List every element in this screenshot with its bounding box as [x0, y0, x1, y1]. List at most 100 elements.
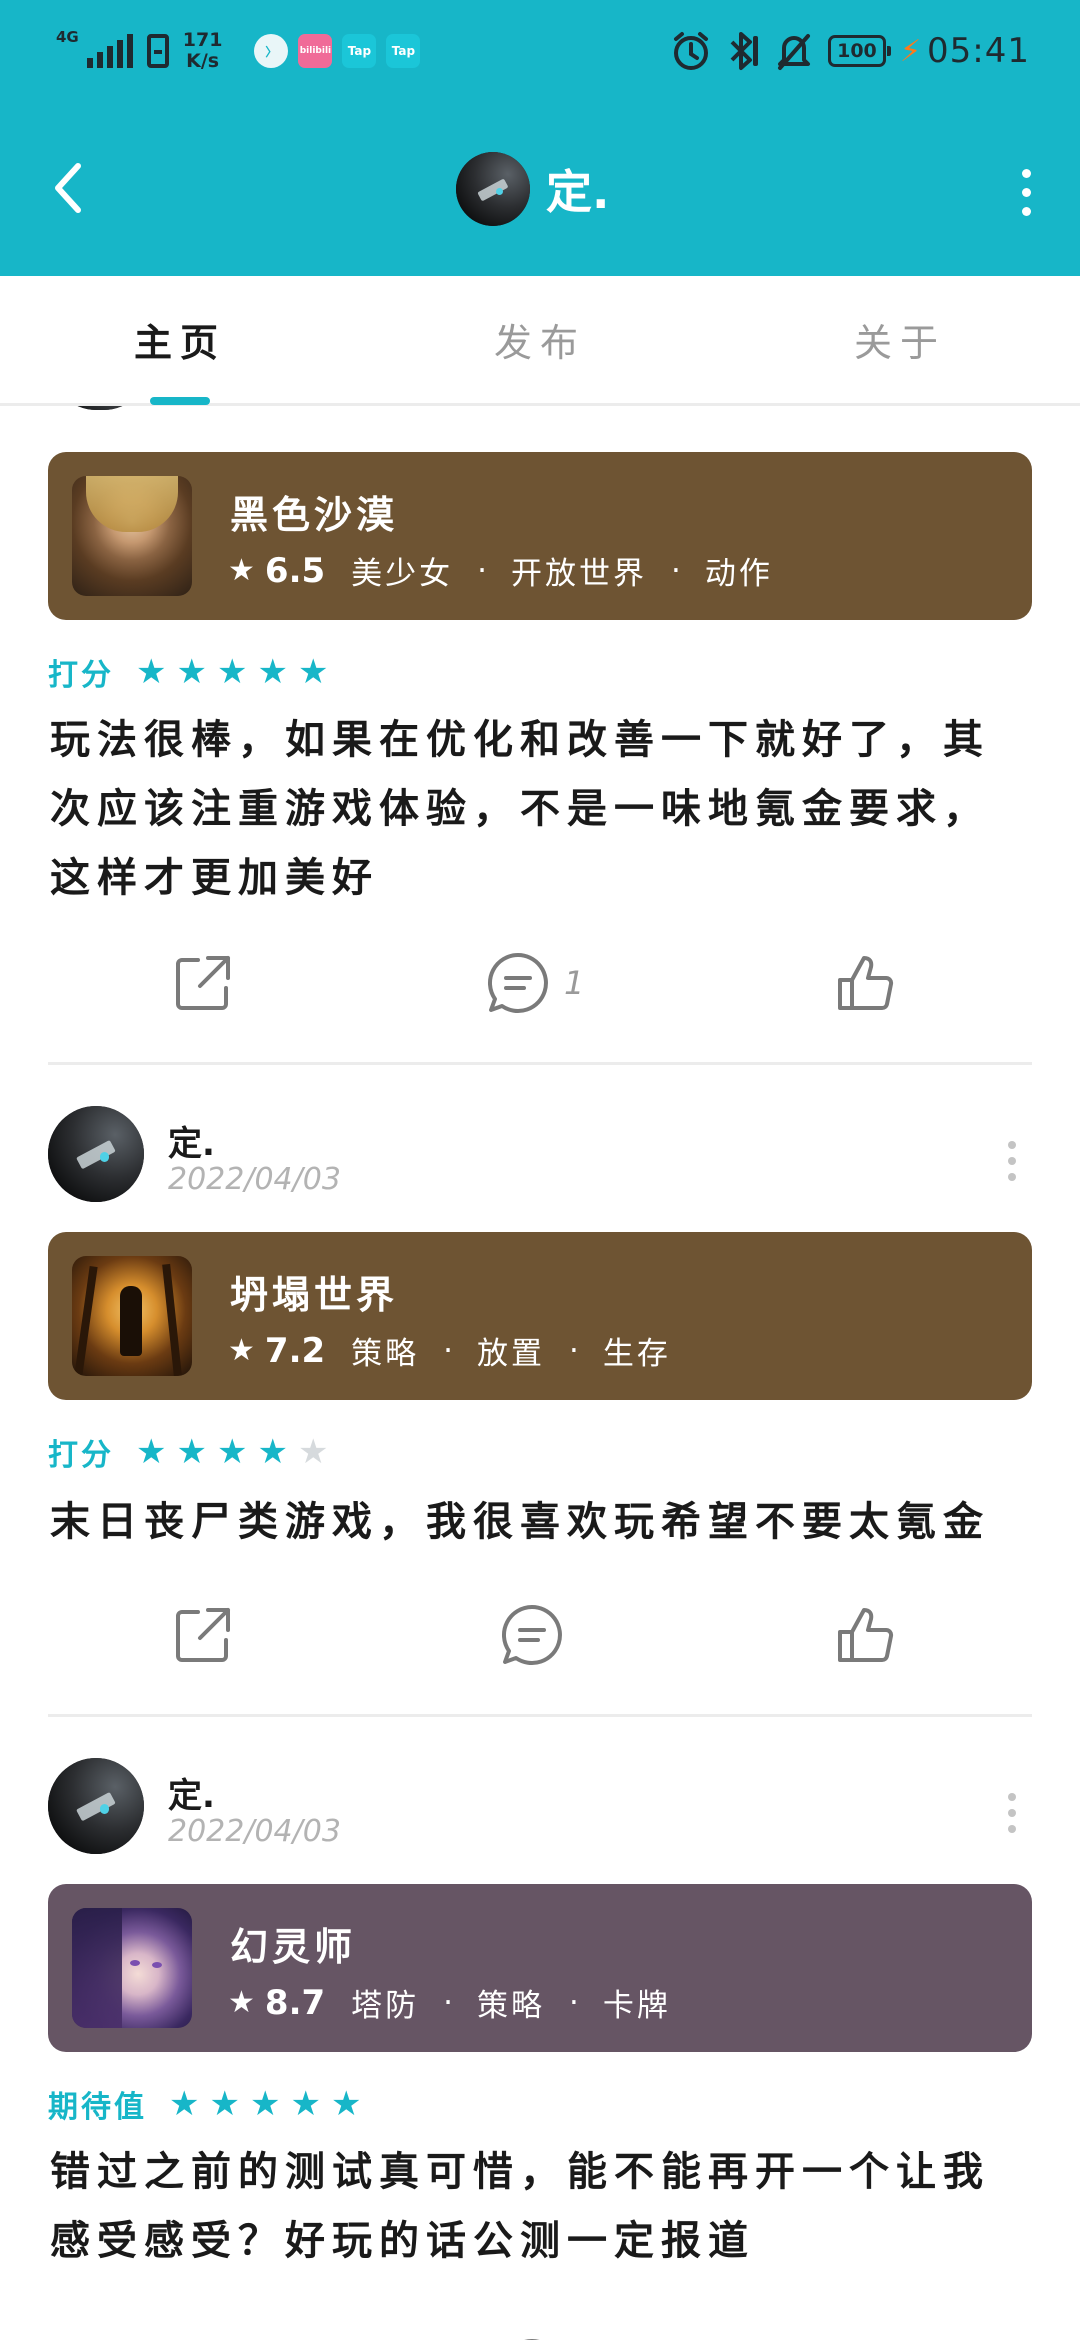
game-card[interactable]: 坍塌世界 ★ 7.2 策略 · 放置 · 生存 — [48, 1232, 1032, 1400]
game-meta: ★ 8.7 塔防 · 策略 · 卡牌 — [228, 1980, 671, 2025]
rating-row: 打分 ★ ★ ★ ★ ★ — [48, 1430, 328, 1474]
star-icon: ★ — [257, 652, 288, 692]
comment-button[interactable] — [500, 1590, 578, 1680]
game-tag: 美少女 — [351, 556, 454, 592]
comment-count: 1 — [564, 964, 585, 1002]
game-cover-image — [72, 476, 192, 596]
game-meta: ★ 6.5 美少女 · 开放世界 · 动作 — [228, 548, 773, 593]
review-text[interactable]: 错过之前的测试真可惜，能不能再开一个让我感受感受？好玩的话公测一定报道 — [50, 2138, 1030, 2276]
sim-card-icon — [146, 34, 169, 68]
mute-bell-icon — [777, 34, 810, 70]
bluetooth-icon — [730, 32, 758, 70]
game-card[interactable]: 黑色沙漠 ★ 6.5 美少女 · 开放世界 · 动作 — [48, 452, 1032, 620]
star-icon: ★ — [257, 1432, 288, 1472]
game-score: 7.2 — [264, 1330, 326, 1371]
divider — [48, 1714, 1032, 1717]
star-icon: ★ — [216, 652, 248, 692]
network-speed: 171 K/s — [182, 29, 223, 72]
share-button[interactable] — [172, 938, 234, 1028]
back-arrow-icon — [55, 163, 81, 213]
game-title: 黑色沙漠 — [230, 493, 399, 537]
post-actions — [0, 2324, 1080, 2340]
game-tag: 动作 — [704, 556, 773, 592]
star-icon: ★ — [228, 1333, 255, 1368]
share-icon — [176, 956, 230, 1010]
star-icon: ★ — [169, 2084, 200, 2124]
rating-label: 期待值 — [48, 2090, 147, 2125]
thumbs-up-icon — [838, 1608, 894, 1662]
avatar[interactable] — [456, 152, 530, 226]
avatar[interactable] — [48, 1758, 144, 1854]
rating-label: 打分 — [48, 658, 114, 693]
like-button[interactable] — [836, 2324, 898, 2340]
share-button[interactable] — [172, 2324, 234, 2340]
game-title: 幻灵师 — [230, 1925, 357, 1969]
star-icon: ★ — [290, 2084, 321, 2124]
star-icon: ★ — [216, 1432, 248, 1472]
game-cover-image — [72, 1256, 192, 1376]
post-date: 2022/04/03 — [168, 1814, 341, 1849]
game-meta: ★ 7.2 策略 · 放置 · 生存 — [228, 1328, 671, 1373]
game-cover-image — [72, 1908, 192, 2028]
active-tab-indicator — [150, 397, 210, 405]
post-header: 定. 2022/04/03 — [48, 1758, 1032, 1858]
star-icon: ★ — [136, 652, 167, 692]
app-header: 4G 171 K/s 〉 bilibili Tap Tap 100 ⚡ 05:4… — [0, 0, 1080, 276]
tab-home[interactable]: 主页 — [0, 276, 360, 403]
divider — [48, 1062, 1032, 1065]
status-bar: 4G 171 K/s 〉 bilibili Tap Tap 100 ⚡ 05:4… — [0, 0, 1080, 110]
tab-about[interactable]: 关于 — [720, 276, 1080, 403]
tab-posts[interactable]: 发布 — [360, 276, 720, 403]
rating-row: 打分 ★ ★ ★ ★ ★ — [48, 650, 328, 694]
clock: 05:41 — [927, 31, 1030, 71]
post-more-button[interactable] — [992, 1136, 1032, 1186]
more-options-button[interactable] — [1006, 160, 1046, 224]
avatar[interactable] — [48, 1106, 144, 1202]
tab-bar: 主页 发布 关于 — [0, 276, 1080, 406]
bilibili-icon: bilibili — [298, 34, 333, 68]
game-card[interactable]: 幻灵师 ★ 8.7 塔防 · 策略 · 卡牌 — [48, 1884, 1032, 2052]
like-button[interactable] — [836, 938, 898, 1028]
review-feed[interactable]: 黑色沙漠 ★ 6.5 美少女 · 开放世界 · 动作 打分 ★ ★ ★ ★ ★ … — [0, 406, 1080, 2340]
star-icon: ★ — [297, 652, 329, 692]
post-actions — [0, 1590, 1080, 1680]
signal-icon — [86, 34, 133, 68]
share-button[interactable] — [172, 1590, 234, 1680]
profile-title: 定. — [456, 152, 609, 226]
review-text[interactable]: 末日丧尸类游戏，我很喜欢玩希望不要太氪金 — [50, 1488, 1030, 1557]
battery-icon: 100 — [827, 35, 891, 67]
game-tag: 策略 — [351, 1336, 420, 1372]
game-score: 8.7 — [264, 1982, 326, 2023]
star-icon: ★ — [228, 1985, 255, 2020]
network-type: 4G — [56, 28, 79, 46]
game-title: 坍塌世界 — [230, 1273, 399, 1317]
game-tag: 塔防 — [351, 1988, 420, 2024]
author-name[interactable]: 定. — [168, 1768, 215, 1817]
page-title: 定. — [546, 165, 610, 219]
game-tag: 生存 — [602, 1336, 671, 1372]
post-actions: 1 — [0, 938, 1080, 1028]
review-text[interactable]: 玩法很棒，如果在优化和改善一下就好了，其次应该注重游戏体验，不是一味地氪金要求，… — [50, 706, 1030, 913]
taptap-icon: Tap — [342, 34, 377, 68]
like-button[interactable] — [836, 1590, 898, 1680]
comment-button[interactable] — [500, 2324, 578, 2340]
star-icon: ★ — [330, 2084, 362, 2124]
taptap-icon: Tap — [386, 34, 421, 68]
game-tag: 策略 — [477, 1988, 545, 2024]
star-icon: ★ — [176, 1432, 207, 1472]
back-button[interactable] — [40, 160, 96, 216]
avatar[interactable] — [52, 406, 148, 410]
author-name[interactable]: 定. — [168, 1116, 215, 1165]
star-icon: ★ — [136, 1432, 167, 1472]
comment-icon — [501, 1605, 562, 1665]
alarm-icon — [673, 32, 708, 70]
post-date: 2022/04/03 — [168, 1162, 341, 1197]
star-icon: ★ — [176, 652, 207, 692]
star-icon: ★ — [228, 553, 255, 588]
comment-button[interactable]: 1 — [486, 938, 584, 1028]
game-tag: 卡牌 — [602, 1988, 671, 2024]
game-score: 6.5 — [264, 550, 326, 591]
post-more-button[interactable] — [992, 1788, 1032, 1838]
star-icon: ★ — [249, 2084, 281, 2124]
notification-app-icon: 〉 — [254, 34, 289, 68]
